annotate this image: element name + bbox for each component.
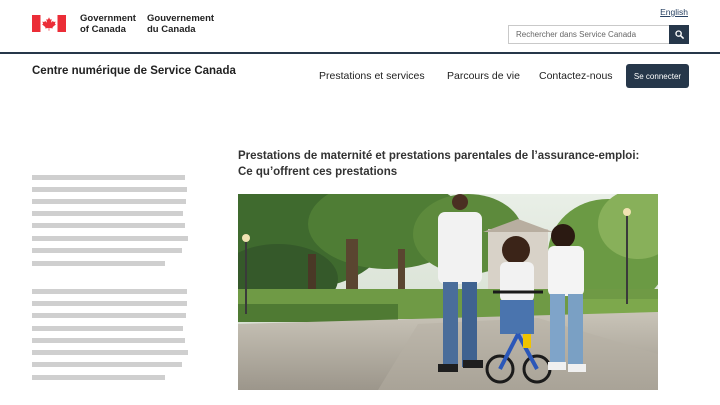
placeholder-line [32, 326, 183, 331]
wordmark-fr-line2: du Canada [147, 23, 196, 35]
header-divider [0, 52, 720, 54]
wordmark-french: Gouvernement du Canada [147, 13, 215, 35]
placeholder-line [32, 248, 182, 253]
wordmark-en-line2: of Canada [80, 23, 126, 35]
gc-header: Government of Canada Gouvernement du Can… [0, 0, 720, 52]
placeholder-line [32, 301, 187, 306]
wordmark-en-line1: Government [80, 13, 136, 24]
search-button[interactable] [669, 25, 689, 44]
wordmark-english: Government of Canada [80, 13, 136, 35]
search-form [508, 25, 689, 44]
site-title[interactable]: Centre numérique de Service Canada [32, 65, 236, 77]
search-input[interactable] [508, 25, 669, 44]
page-title-line2: Ce qu’offrent ces prestations [238, 166, 398, 178]
nav-contact-us[interactable]: Contactez-nous [539, 70, 613, 82]
placeholder-line [32, 211, 183, 216]
placeholder-line [32, 175, 185, 180]
page-title: Prestations de maternité et prestations … [238, 148, 658, 180]
canada-flag-icon [32, 15, 66, 32]
page-title-line1: Prestations de maternité et prestations … [238, 150, 640, 162]
placeholder-line [32, 338, 185, 343]
language-toggle-link[interactable]: English [660, 7, 688, 17]
placeholder-line [32, 289, 187, 294]
placeholder-line [32, 261, 165, 266]
placeholder-line [32, 187, 187, 192]
placeholder-line [32, 313, 186, 318]
nav-life-journeys[interactable]: Parcours de vie [447, 70, 520, 82]
nav-benefits-services[interactable]: Prestations et services [319, 70, 425, 82]
wordmark-fr-line1: Gouvernement [147, 13, 215, 24]
placeholder-line [32, 350, 188, 355]
placeholder-line [32, 375, 165, 380]
family-park-photo [238, 194, 658, 390]
placeholder-line [32, 199, 186, 204]
placeholder-line [32, 362, 182, 367]
placeholder-line [32, 236, 188, 241]
sign-in-button[interactable]: Se connecter [626, 64, 689, 88]
search-icon [674, 30, 684, 39]
placeholder-line [32, 223, 185, 228]
